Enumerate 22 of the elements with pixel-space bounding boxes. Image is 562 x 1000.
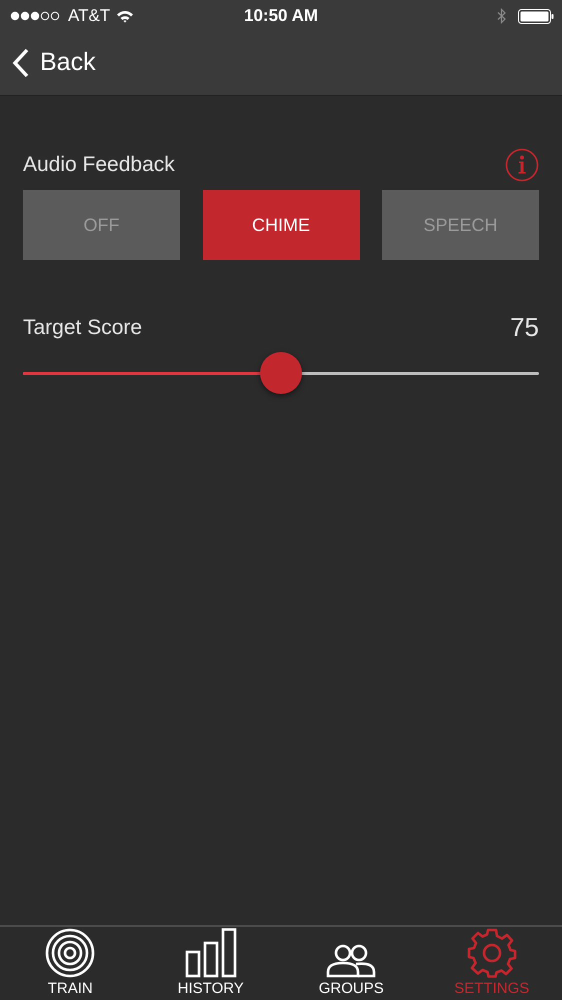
status-time: 10:50 AM bbox=[244, 6, 318, 26]
tab-item[interactable]: GROUPS bbox=[281, 927, 422, 1000]
score-slider[interactable] bbox=[23, 351, 539, 395]
target-icon bbox=[45, 928, 96, 978]
carrier-name: AT&T bbox=[68, 6, 110, 26]
wifi-icon bbox=[116, 10, 134, 22]
people-icon bbox=[326, 944, 376, 978]
tab-item[interactable]: HISTORY bbox=[140, 927, 281, 1000]
audio-feedback-label: Audio Feedback bbox=[23, 153, 175, 177]
chevron-left-icon bbox=[12, 48, 30, 78]
bluetooth-icon bbox=[497, 8, 506, 24]
tab-item[interactable]: TRAIN bbox=[0, 927, 140, 1000]
gear-icon bbox=[466, 928, 517, 978]
audio-option[interactable]: CHIME bbox=[202, 190, 360, 260]
target-score-label: Target Score bbox=[23, 316, 142, 340]
target-score-value: 75 bbox=[510, 312, 539, 343]
battery-icon bbox=[518, 8, 554, 24]
signal-icon bbox=[10, 11, 62, 21]
back-button[interactable]: Back bbox=[12, 48, 96, 78]
info-icon[interactable] bbox=[505, 148, 539, 182]
slider-thumb[interactable] bbox=[260, 352, 302, 394]
bar-chart-icon bbox=[184, 928, 237, 978]
